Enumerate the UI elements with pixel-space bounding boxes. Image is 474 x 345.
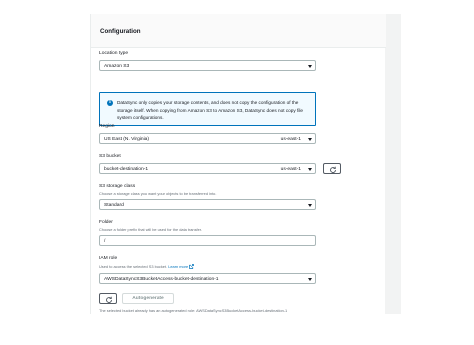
chevron-down-icon: [308, 167, 312, 171]
refresh-role-button[interactable]: [99, 293, 117, 304]
folder-input[interactable]: /: [99, 235, 316, 246]
info-alert-text: DataSync only copies your storage conten…: [117, 100, 304, 120]
chevron-down-icon: [308, 137, 312, 141]
storage-class-label: S3 storage class: [99, 184, 136, 189]
iam-role-description-text: Used to access the selected S3 bucket.: [99, 264, 168, 269]
learn-more-link[interactable]: Learn more: [168, 264, 188, 269]
storage-class-description: Choose a storage class you want your obj…: [99, 191, 217, 196]
chevron-down-icon: [308, 203, 312, 207]
chevron-down-icon: [308, 64, 312, 68]
storage-class-select[interactable]: Standard: [99, 199, 316, 210]
panel-header: Configuration: [91, 14, 386, 48]
configuration-panel: Configuration Location type Amazon S3 i …: [90, 14, 386, 314]
external-link-icon: [189, 264, 195, 269]
region-select[interactable]: US East (N. Virginia) us-east-1: [99, 133, 316, 144]
section-title: Configuration: [100, 28, 141, 35]
iam-role-select[interactable]: AWSDataSyncS3BucketAccess-bucket-destina…: [99, 273, 316, 284]
right-gutter: [385, 14, 401, 314]
page-background-left: [0, 0, 90, 345]
refresh-icon: [330, 166, 336, 173]
refresh-icon: [106, 296, 112, 303]
s3-bucket-select[interactable]: bucket-destination-1 us-east-1: [99, 163, 316, 174]
iam-role-description: Used to access the selected S3 bucket. L…: [99, 264, 195, 269]
chevron-down-icon: [308, 277, 312, 281]
folder-label: Folder: [99, 220, 113, 225]
info-alert: i DataSync only copies your storage cont…: [99, 92, 316, 126]
iam-role-value: AWSDataSyncS3BucketAccess-bucket-destina…: [104, 276, 219, 282]
folder-value: /: [104, 238, 106, 244]
refresh-bucket-button[interactable]: [323, 163, 341, 174]
folder-description: Choose a folder prefix that will be used…: [99, 227, 202, 232]
location-type-value: Amazon S3: [104, 63, 130, 69]
autogenerate-button[interactable]: Autogenerate: [122, 293, 174, 304]
region-code: us-east-1: [280, 136, 301, 142]
info-icon: i: [107, 100, 113, 106]
region-label: Region: [99, 124, 115, 129]
s3-bucket-value: bucket-destination-1: [104, 166, 149, 172]
location-type-label: Location type: [99, 51, 129, 56]
storage-class-value: Standard: [104, 202, 124, 208]
iam-role-note: The selected bucket already has an autog…: [99, 308, 288, 313]
region-value: US East (N. Virginia): [104, 136, 150, 142]
s3-bucket-label: S3 bucket: [99, 154, 121, 159]
s3-bucket-region-code: us-east-1: [280, 166, 301, 172]
location-type-select[interactable]: Amazon S3: [99, 60, 316, 71]
iam-role-label: IAM role: [99, 256, 118, 261]
page-background-right: [401, 0, 474, 345]
